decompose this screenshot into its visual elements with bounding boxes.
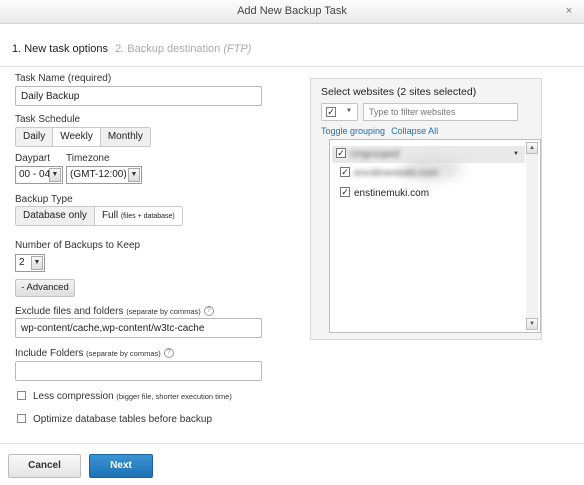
close-icon[interactable]: × (562, 4, 576, 18)
schedule-daily-button[interactable]: Daily (16, 128, 54, 146)
divider (0, 66, 584, 67)
select-all-dropdown[interactable]: ✓ ▼ (321, 103, 358, 121)
exclude-input[interactable] (15, 318, 262, 338)
task-schedule-label: Task Schedule (15, 114, 81, 125)
chevron-down-icon[interactable]: ▼ (526, 318, 538, 330)
task-name-label: Task Name (required) (15, 73, 112, 84)
next-button[interactable]: Next (89, 454, 153, 478)
check-icon: ✓ (326, 107, 336, 117)
list-item[interactable]: ✓ enrollmentsite.com (340, 167, 438, 179)
schedule-weekly-button[interactable]: Weekly (53, 128, 101, 146)
include-input[interactable] (15, 361, 262, 381)
help-icon[interactable]: ? (163, 348, 174, 359)
websites-panel: Select websites (2 sites selected) ✓ ▼ T… (310, 78, 542, 340)
exclude-label: Exclude files and folders (separate by c… (15, 306, 214, 317)
help-icon[interactable]: ? (203, 306, 214, 317)
filter-websites-input[interactable] (363, 103, 518, 121)
daypart-select[interactable]: 00 - 04 ▼ (15, 166, 63, 184)
check-icon[interactable]: ✓ (336, 148, 346, 159)
chevron-down-icon: ▼ (31, 256, 43, 270)
timezone-select[interactable]: (GMT-12:00) ▼ (66, 166, 142, 184)
scrollbar[interactable]: ▲ ▼ (526, 142, 538, 330)
less-compression-checkbox[interactable] (17, 390, 26, 400)
check-icon[interactable]: ✓ (340, 167, 350, 178)
timezone-value: (GMT-12:00) (70, 169, 127, 180)
num-backups-value: 2 (19, 257, 25, 268)
toggle-grouping-link[interactable]: Toggle grouping (321, 126, 385, 136)
cancel-button[interactable]: Cancel (8, 454, 81, 478)
timezone-label: Timezone (66, 153, 110, 164)
websites-list: ✓ Ungrouped ▼ ✓ enrollmentsite.com ✓ enstin… (329, 139, 541, 333)
step-2-label: 2. Backup destination (FTP) (115, 43, 252, 55)
site-name: enrollmentsite.com (354, 168, 438, 179)
chevron-down-icon: ▼ (49, 168, 61, 182)
collapse-all-link[interactable]: Collapse All (391, 126, 438, 136)
dialog-title: Add New Backup Task (237, 5, 347, 17)
optimize-tables-checkbox[interactable] (17, 413, 26, 423)
chevron-up-icon[interactable]: ▲ (526, 142, 538, 154)
panel-links: Toggle grouping Collapse All (321, 126, 438, 136)
task-schedule-segmented: Daily Weekly Monthly (15, 127, 151, 147)
num-backups-select[interactable]: 2 ▼ (15, 254, 45, 272)
daypart-label: Daypart (15, 153, 51, 164)
backup-type-label: Backup Type (15, 194, 73, 205)
optimize-tables-row[interactable]: Optimize database tables before backup (17, 413, 212, 425)
websites-title: Select websites (2 sites selected) (321, 86, 477, 98)
backup-type-segmented: Database only Full (files + database) (15, 206, 183, 226)
task-name-input[interactable] (15, 86, 262, 106)
step-1-label: 1. New task options (12, 43, 108, 55)
less-compression-row[interactable]: Less compression (bigger file, shorter e… (17, 390, 232, 402)
list-item[interactable]: ✓ enstinemuki.com (340, 187, 430, 199)
num-backups-label: Number of Backups to Keep (15, 240, 141, 251)
group-label: Ungrouped (350, 149, 400, 160)
chevron-down-icon: ▼ (346, 108, 352, 114)
daypart-value: 00 - 04 (19, 169, 51, 180)
advanced-toggle-button[interactable]: - Advanced (15, 279, 75, 297)
chevron-down-icon[interactable]: ▼ (513, 146, 519, 163)
backup-type-full-button[interactable]: Full (files + database) (94, 207, 182, 225)
dialog-titlebar: Add New Backup Task × (0, 0, 584, 24)
include-label: Include Folders (separate by commas)? (15, 348, 174, 359)
wizard-steps: 1. New task options 2. Backup destinatio… (12, 43, 251, 55)
chevron-down-icon: ▼ (128, 168, 140, 182)
check-icon[interactable]: ✓ (340, 187, 350, 198)
backup-type-database-button[interactable]: Database only (16, 207, 95, 225)
site-name: enstinemuki.com (354, 188, 430, 199)
schedule-monthly-button[interactable]: Monthly (100, 128, 150, 146)
divider (0, 443, 584, 444)
